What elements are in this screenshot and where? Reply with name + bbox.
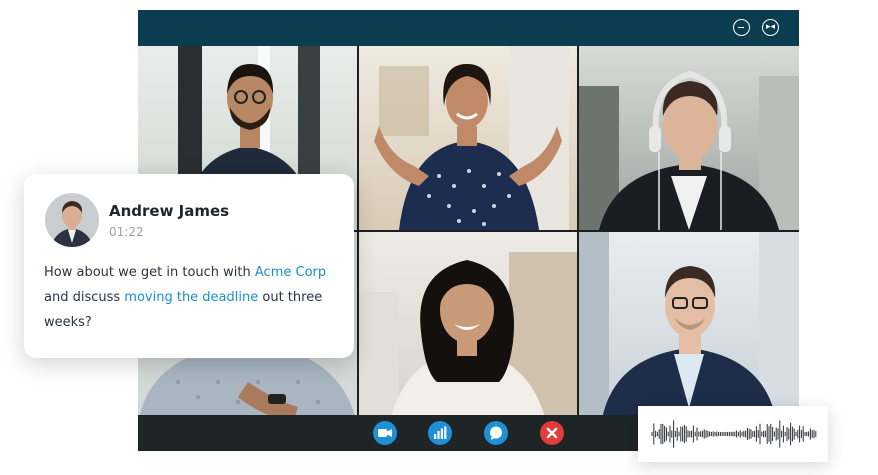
waveform-icon [651,420,817,448]
participant-video [579,232,799,425]
chat-icon [490,426,502,440]
avatar [45,193,99,247]
participant-tile[interactable] [579,46,799,230]
participant-tile[interactable] [579,232,799,425]
minimize-icon[interactable] [733,19,750,36]
participant-video [579,70,799,230]
title-bar: ▸◂ [138,10,799,46]
chat-button[interactable] [484,421,508,445]
chat-message-card: Andrew James 01:22 How about we get in t… [24,174,354,358]
message-timestamp: 01:22 [109,225,144,239]
popout-icon[interactable]: ▸◂ [762,19,779,36]
end-call-icon [546,427,558,439]
message-text-part: and discuss [44,290,125,305]
audio-waveform-card [638,406,828,462]
participant-tile[interactable] [359,232,577,425]
video-icon [378,429,392,437]
highlight-company[interactable]: Acme Corp [255,265,326,280]
avatar-image [45,193,99,247]
message-text-part: How about we get in touch with [44,265,255,280]
highlight-action[interactable]: moving the deadline [124,290,258,305]
end-call-button[interactable] [540,421,564,445]
participant-video [359,252,577,425]
signal-bars-icon [434,426,447,439]
message-text: How about we get in touch with Acme Corp… [44,260,340,335]
video-button[interactable] [373,421,397,445]
participant-video [374,46,569,230]
sender-name: Andrew James [109,202,230,220]
participant-tile[interactable] [359,46,577,230]
network-stats-button[interactable] [428,421,452,445]
